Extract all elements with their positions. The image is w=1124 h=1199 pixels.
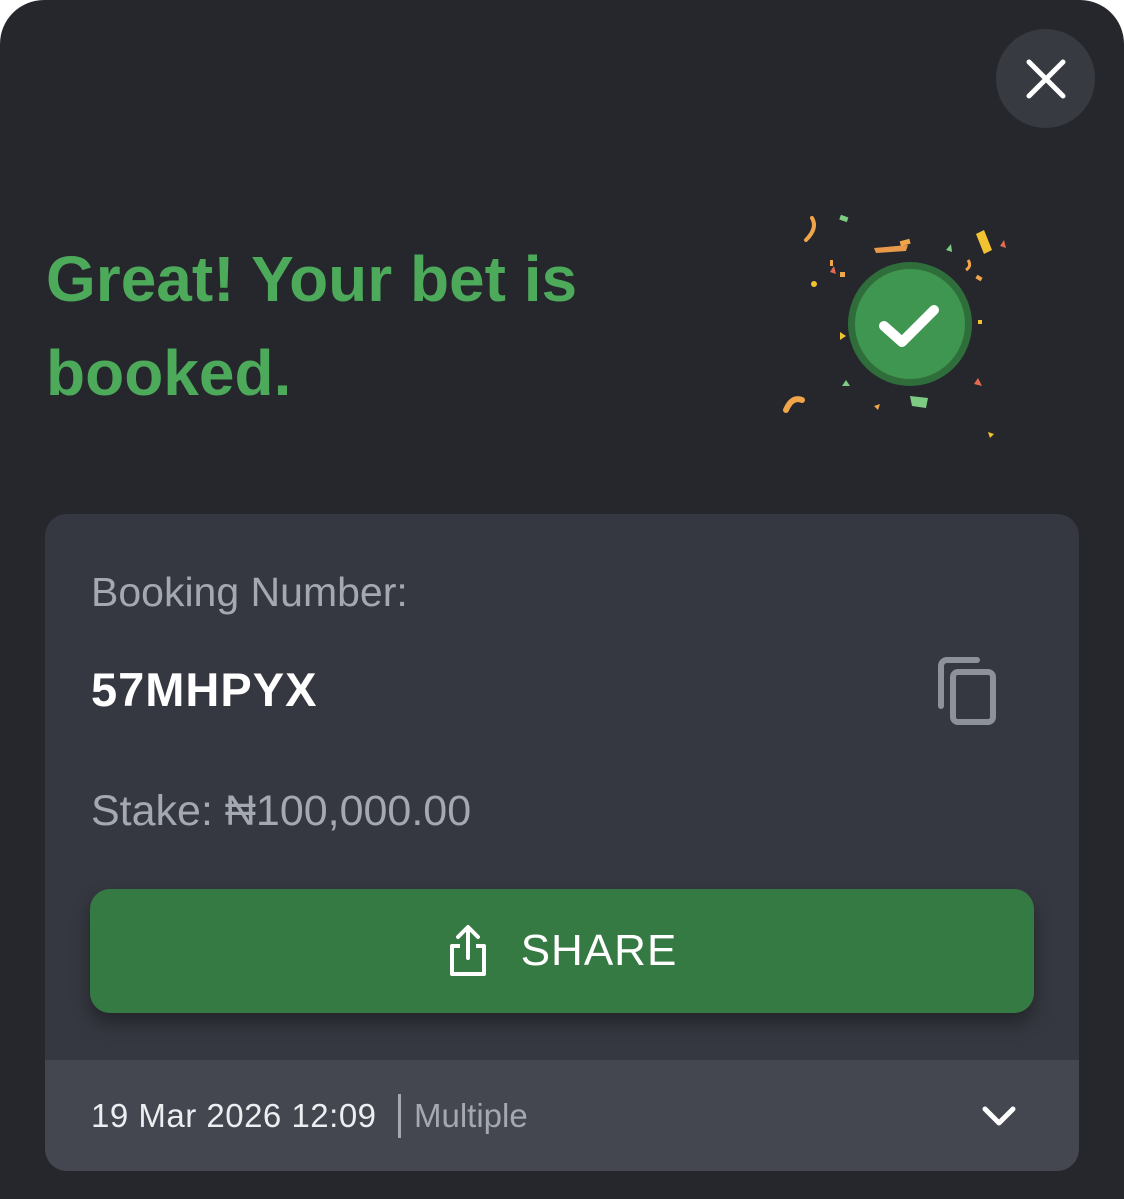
chevron-down-icon[interactable] — [975, 1096, 1023, 1136]
booking-number-label: Booking Number: — [91, 569, 408, 615]
booking-datetime: 19 Mar 2026 12:09 — [91, 1097, 377, 1134]
share-button-label: SHARE — [520, 926, 678, 975]
bet-summary-footer[interactable]: 19 Mar 2026 12:09 Multiple — [45, 1060, 1079, 1171]
success-title: Great! Your bet is booked. — [46, 243, 578, 409]
booking-card: Booking Number: 57MHPYX Stake: ₦100,000.… — [45, 514, 1079, 1171]
booking-number-value: 57MHPYX — [91, 663, 318, 716]
share-icon — [449, 925, 486, 976]
stake-amount: Stake: ₦100,000.00 — [91, 787, 472, 835]
booking-confirmation-sheet: Great! Your bet is booked. Booking Numbe… — [0, 0, 1124, 1199]
bet-type: Multiple — [414, 1097, 528, 1134]
success-confetti-illustration — [783, 214, 1006, 438]
share-button[interactable]: SHARE — [90, 889, 1034, 1013]
footer-divider — [398, 1094, 401, 1138]
copy-icon[interactable] — [933, 656, 1003, 728]
close-button[interactable] — [996, 29, 1095, 128]
close-icon — [1026, 59, 1065, 98]
